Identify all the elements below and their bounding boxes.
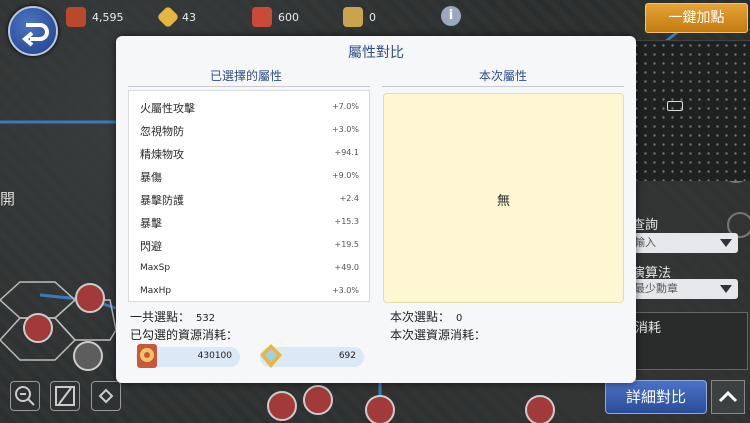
attribute-name: 閃避 [140,240,162,253]
skill-node-icon [73,341,103,371]
gift-box-icon [252,7,272,27]
skill-node-icon [75,283,105,313]
chevron-down-icon [720,285,732,293]
back-button[interactable] [8,6,58,56]
skill-node-icon [267,391,297,421]
total-points-label: 一共選點： [130,310,191,324]
current-points-label: 本次選點： [390,310,451,324]
attribute-value: +3.0% [331,286,359,295]
total-points: 一共選點： 532 [130,308,215,325]
list-item: 暴擊 +15.3 [129,211,369,234]
attribute-name: MaxHp [140,286,172,296]
medal-icon [137,344,157,368]
attribute-value: +15.3 [334,217,359,226]
consume-label: 消耗 [635,321,662,336]
crystal-icon [156,5,180,29]
query-select[interactable]: 輸入 [620,233,738,253]
current-cost-label: 本次選資源消耗： [390,328,487,342]
one-key-add-points-button[interactable]: 一鍵加點 [645,3,748,33]
consume-box: 消耗 [620,312,748,370]
magnifier-minus-icon [15,386,35,406]
medal-icon [66,7,86,27]
scroll-up-button[interactable] [711,380,745,414]
top-resource-bar: 4,595 43 600 0 i 一鍵加點 [0,0,750,56]
current-attribute-box: 無 [383,93,624,303]
empty-state-text: 無 [496,194,510,209]
zoom-out-button[interactable] [10,381,40,411]
attribute-value: +94.1 [334,148,359,157]
chevron-down-icon [720,239,732,247]
side-label: 開 [0,190,16,208]
selected-attribute-list[interactable]: 火屬性攻擊 +7.0% 忽視物防 +3.0% 精煉物攻 +94.1 暴傷 +9.… [128,90,370,302]
attribute-value: +7.0% [331,102,359,111]
skill-node-icon [365,395,395,423]
attribute-value: +2.4 [339,194,359,203]
cost-value: 430100 [197,351,232,361]
attribute-name: 暴擊 [140,217,162,230]
skill-node-icon [23,313,53,343]
attribute-name: MaxSp [140,263,171,273]
list-item: 暴傷 +9.0% [129,165,369,188]
reset-button[interactable] [50,381,80,411]
attribute-value: +49.0 [334,263,359,272]
divider [382,86,624,87]
chevron-up-icon [718,390,738,403]
algorithm-select[interactable]: 最少勳章 [620,279,738,299]
list-item: 閃避 +19.5 [129,234,369,257]
crystal-cost-pill: 692 [260,344,364,368]
info-icon[interactable]: i [441,6,461,26]
current-attributes-header: 本次屬性 [478,69,527,83]
attribute-name: 暴傷 [140,171,162,184]
locked-crystal-icon [343,7,363,27]
resource-value: 4,595 [92,10,124,24]
minimap-panel [632,40,750,181]
resource-value: 600 [278,10,299,24]
crystal-icon [260,344,282,368]
current-points: 本次選點： 0 [390,308,462,325]
list-item: 忽視物防 +3.0% [129,119,369,142]
query-select-value: 輸入 [634,236,656,249]
resource-gift: 600 [252,6,299,28]
algorithm-select-value: 最少勳章 [634,282,678,295]
back-arrow-icon [21,23,49,47]
list-item: MaxSp +49.0 [129,257,369,280]
dialog-title: 屬性對比 [348,45,404,61]
selected-attributes-header: 已選擇的屬性 [209,69,282,83]
attribute-name: 暴擊防護 [140,194,184,207]
skill-node-icon [303,385,333,415]
slash-icon [55,386,75,406]
current-points-value: 0 [456,313,463,324]
attribute-value: +3.0% [331,125,359,134]
resource-medal: 4,595 [66,6,124,28]
resource-crystal: 43 [156,5,196,29]
attribute-name: 忽視物防 [140,125,184,138]
share-button[interactable] [91,381,121,411]
resource-value: 43 [182,10,196,24]
attribute-compare-dialog: 屬性對比 已選擇的屬性 本次屬性 火屬性攻擊 +7.0% 忽視物防 +3.0% … [116,36,636,383]
list-item: 精煉物攻 +94.1 [129,142,369,165]
list-item: 暴擊防護 +2.4 [129,188,369,211]
minimap-viewport-marker [667,101,683,111]
divider [128,86,370,87]
medal-cost-pill: 430100 [136,344,240,368]
detail-compare-button[interactable]: 詳細對比 [605,380,707,414]
attribute-name: 火屬性攻擊 [140,102,195,115]
attribute-name: 精煉物攻 [140,148,184,161]
selected-cost-label: 已勾選的資源消耗： [130,328,239,342]
cost-value: 692 [338,351,356,361]
total-points-value: 532 [196,313,216,324]
link-icon [98,388,114,404]
list-item: MaxHp +3.0% [129,280,369,301]
list-item: 火屬性攻擊 +7.0% [129,96,369,119]
attribute-value: +19.5 [334,240,359,249]
resource-value: 0 [369,10,376,24]
skill-node-icon [525,395,555,423]
resource-locked-crystal: 0 [343,6,376,28]
attribute-value: +9.0% [331,171,359,180]
